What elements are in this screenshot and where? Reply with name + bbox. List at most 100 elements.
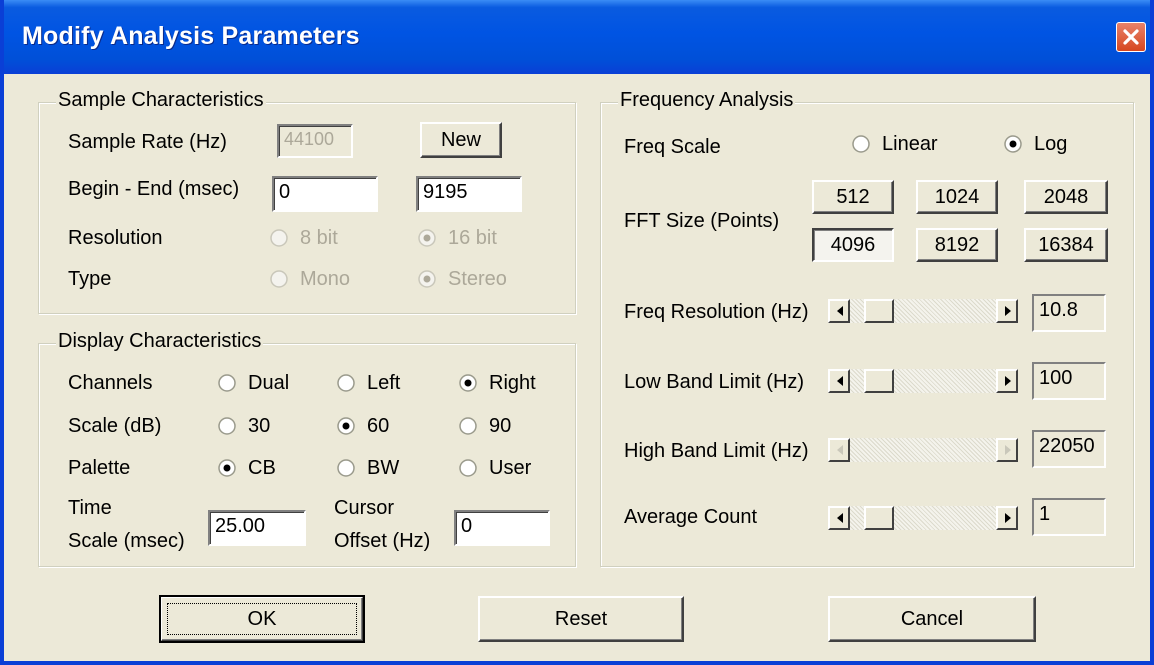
scroll-right-arrow[interactable] [996,369,1018,393]
freq-resolution-label: Freq Resolution (Hz) [624,301,809,323]
freq-scale-log-radio[interactable]: Log [1004,131,1067,157]
low-band-limit-scrollbar[interactable] [828,369,1018,393]
radio-circle-icon [337,459,355,477]
radio-selected-icon [418,270,436,288]
scroll-right-arrow[interactable] [996,299,1018,323]
scroll-left-arrow [828,438,850,462]
begin-time-input[interactable]: 0 [272,176,378,212]
freq-scale-linear-label: Linear [882,132,938,155]
sample-rate-label: Sample Rate (Hz) [68,131,227,153]
left-arrow-icon [837,445,843,455]
palette-bw-radio[interactable]: BW [337,455,399,481]
cursor-offset-label-line2: Offset (Hz) [334,530,431,552]
fft-size-label: FFT Size (Points) [624,210,780,232]
low-band-limit-label: Low Band Limit (Hz) [624,371,805,393]
scroll-left-arrow[interactable] [828,506,850,530]
type-mono-radio: Mono [270,266,350,292]
freq-scale-log-label: Log [1034,132,1068,155]
scroll-thumb[interactable] [864,369,894,393]
cursor-offset-label-line1: Cursor [334,497,395,519]
scroll-left-arrow[interactable] [828,299,850,323]
high-band-limit-scrollbar [828,438,1018,462]
radio-circle-icon [459,459,477,477]
type-label: Type [68,268,112,290]
radio-selected-icon [218,459,236,477]
palette-label: Palette [68,457,131,479]
display-characteristics-legend: Display Characteristics [56,330,264,353]
radio-circle-icon [270,270,288,288]
type-stereo-radio: Stereo [418,266,507,292]
frequency-analysis-legend: Frequency Analysis [618,89,796,112]
left-arrow-icon [837,306,843,316]
fft-512-button[interactable]: 512 [812,180,894,214]
radio-circle-icon [337,374,355,392]
scroll-left-arrow[interactable] [828,369,850,393]
freq-scale-label: Freq Scale [624,136,721,158]
channels-dual-label: Dual [248,371,290,394]
dialog-window: Modify Analysis Parameters Sample Charac… [0,0,1154,665]
high-band-limit-value: 22050 [1032,430,1106,468]
scale-db-label: Scale (dB) [68,415,162,437]
radio-circle-icon [218,374,236,392]
scale-60-label: 60 [367,414,390,437]
low-band-limit-value: 100 [1032,362,1106,400]
radio-circle-icon [459,417,477,435]
radio-selected-icon [418,229,436,247]
ok-button[interactable]: OK [159,595,365,643]
radio-circle-icon [270,229,288,247]
close-button[interactable] [1116,22,1146,52]
average-count-scrollbar[interactable] [828,506,1018,530]
channels-right-radio[interactable]: Right [459,370,536,396]
fft-2048-button[interactable]: 2048 [1024,180,1108,214]
scale-30-label: 30 [248,414,271,437]
end-time-input[interactable]: 9195 [416,176,522,212]
right-arrow-icon [1005,376,1011,386]
reset-button[interactable]: Reset [478,596,684,642]
scale-90-radio[interactable]: 90 [459,413,511,439]
cancel-button[interactable]: Cancel [828,596,1036,642]
radio-selected-icon [337,417,355,435]
fft-1024-button[interactable]: 1024 [916,180,998,214]
channels-dual-radio[interactable]: Dual [218,370,289,396]
title-bar[interactable]: Modify Analysis Parameters [4,0,1150,74]
channels-left-label: Left [367,371,401,394]
scale-30-radio[interactable]: 30 [218,413,270,439]
fft-8192-button[interactable]: 8192 [916,228,998,262]
radio-selected-icon [459,374,477,392]
resolution-16bit-radio: 16 bit [418,225,497,251]
freq-resolution-value: 10.8 [1032,294,1106,332]
scroll-right-arrow[interactable] [996,506,1018,530]
palette-user-radio[interactable]: User [459,455,531,481]
fft-4096-button[interactable]: 4096 [812,228,894,262]
scroll-right-arrow [996,438,1018,462]
sample-rate-field: 44100 [277,124,353,158]
dialog-title: Modify Analysis Parameters [22,22,360,50]
time-scale-input[interactable]: 25.00 [208,510,306,546]
channels-label: Channels [68,372,153,394]
freq-scale-linear-radio[interactable]: Linear [852,131,938,157]
palette-cb-radio[interactable]: CB [218,455,276,481]
fft-16384-button[interactable]: 16384 [1024,228,1108,262]
resolution-8bit-label: 8 bit [300,226,338,249]
channels-left-radio[interactable]: Left [337,370,400,396]
right-arrow-icon [1005,513,1011,523]
scroll-thumb[interactable] [864,506,894,530]
resolution-8bit-radio: 8 bit [270,225,338,251]
freq-resolution-scrollbar[interactable] [828,299,1018,323]
sample-characteristics-legend: Sample Characteristics [56,89,266,112]
resolution-label: Resolution [68,227,163,249]
right-arrow-icon [1005,306,1011,316]
begin-end-label: Begin - End (msec) [68,178,240,200]
radio-circle-icon [218,417,236,435]
scale-60-radio[interactable]: 60 [337,413,389,439]
cursor-offset-input[interactable]: 0 [454,510,550,546]
average-count-value: 1 [1032,498,1106,536]
channels-right-label: Right [489,371,536,394]
new-button[interactable]: New [420,122,502,158]
palette-bw-label: BW [367,456,400,479]
left-arrow-icon [837,513,843,523]
time-scale-label-line2: Scale (msec) [68,530,185,552]
scroll-thumb[interactable] [864,299,894,323]
focus-rectangle [167,603,357,635]
radio-circle-icon [852,135,870,153]
